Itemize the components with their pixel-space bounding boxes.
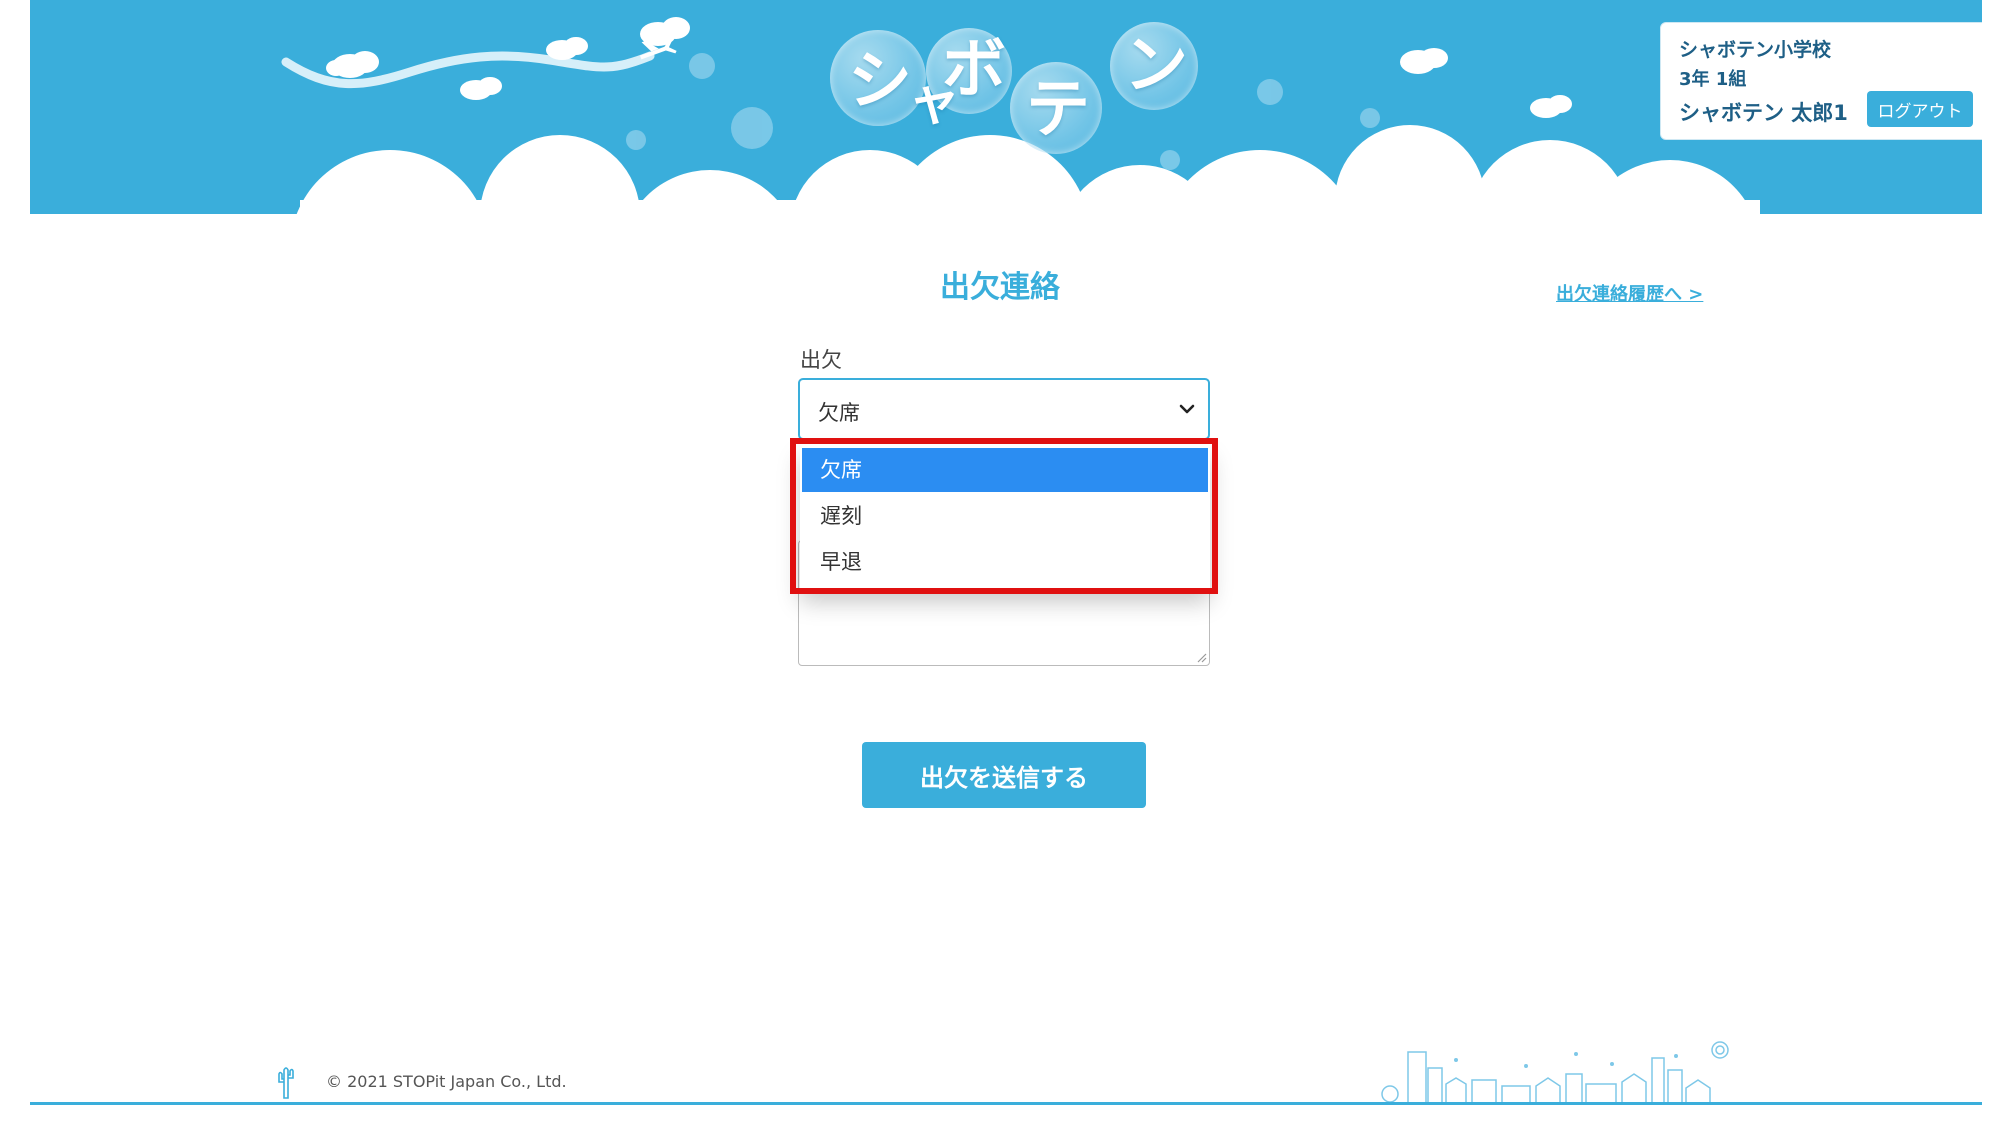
logo-char: ン xyxy=(1124,29,1188,103)
school-name: シャボテン小学校 xyxy=(1679,39,1832,61)
cactus-icon xyxy=(278,1067,294,1099)
submit-attendance-button[interactable]: 出欠を送信する xyxy=(862,742,1146,808)
attendance-select[interactable]: 欠席 xyxy=(798,378,1210,440)
dropdown-option-late[interactable]: 遅刻 xyxy=(802,494,1208,538)
chevron-down-icon xyxy=(1179,404,1195,414)
attendance-label: 出欠 xyxy=(800,348,842,372)
app-logo: シ ャ ボ テ ン xyxy=(830,22,1250,154)
header-banner: シ ャ ボ テ ン シャボテン小学校 3年 1組 シャボテン 太郎1 ログアウト xyxy=(30,0,1982,214)
attendance-dropdown-menu: 欠席 遅刻 早退 xyxy=(800,444,1210,588)
logo-char: シ xyxy=(848,45,912,119)
user-info-panel: シャボテン小学校 3年 1組 シャボテン 太郎1 ログアウト xyxy=(1660,22,1982,140)
footer-divider xyxy=(30,1102,1982,1105)
class-name: 3年 1組 xyxy=(1679,69,1747,90)
logo-char: テ xyxy=(1026,73,1090,147)
copyright-text: © 2021 STOPit Japan Co., Ltd. xyxy=(326,1072,567,1091)
attendance-history-link[interactable]: 出欠連絡履歴へ > xyxy=(1556,280,1703,306)
dropdown-option-early-leave[interactable]: 早退 xyxy=(802,540,1208,584)
city-illustration xyxy=(1376,1041,1736,1104)
dropdown-option-absent[interactable]: 欠席 xyxy=(802,448,1208,492)
logo-char: ボ xyxy=(942,33,1006,107)
student-name: シャボテン 太郎1 xyxy=(1679,101,1848,125)
resize-handle-icon[interactable] xyxy=(1195,651,1207,663)
attendance-select-value: 欠席 xyxy=(818,401,860,425)
logout-button[interactable]: ログアウト xyxy=(1867,91,1973,127)
page: シ ャ ボ テ ン シャボテン小学校 3年 1組 シャボテン 太郎1 ログアウト… xyxy=(0,0,2000,1125)
